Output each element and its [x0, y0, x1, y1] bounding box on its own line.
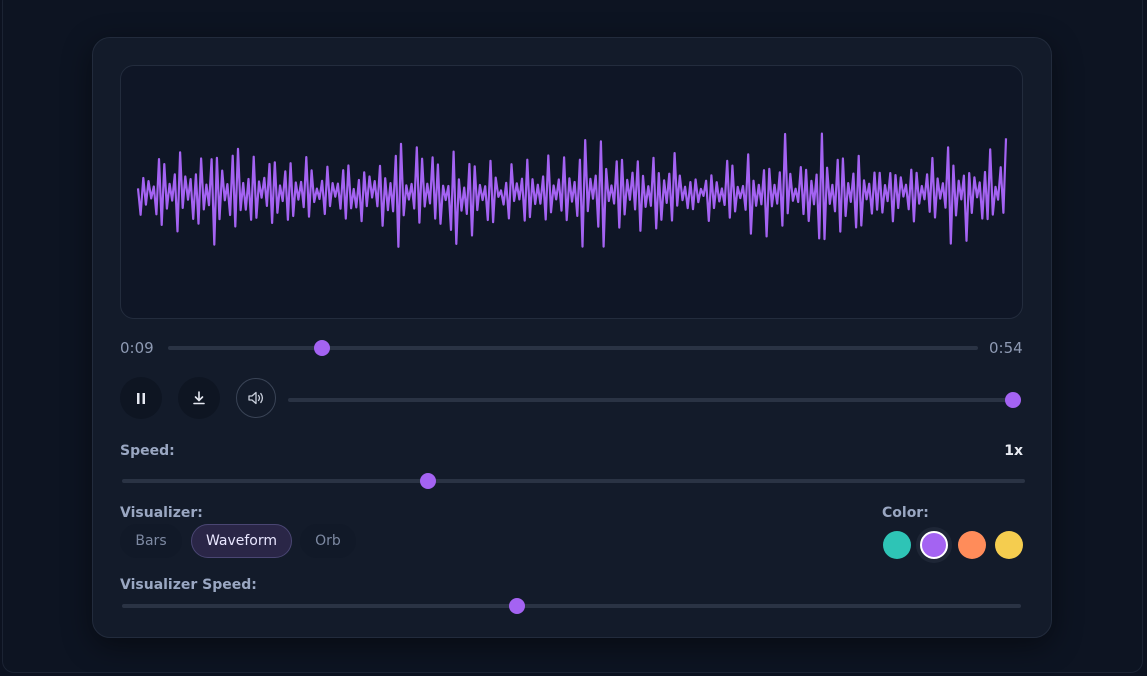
visualizer-speed-label: Visualizer Speed: — [120, 577, 257, 593]
color-swatch-purple[interactable] — [920, 531, 948, 559]
speed-value: 1x — [1004, 443, 1023, 459]
current-time: 0:09 — [120, 339, 154, 357]
progress-slider[interactable] — [168, 340, 978, 356]
visualizer-speed-thumb[interactable] — [509, 598, 526, 614]
progress-thumb[interactable] — [313, 340, 330, 356]
visualizer-option-bars[interactable]: Bars — [120, 524, 182, 558]
download-icon — [193, 391, 205, 405]
visualizer-speed-slider[interactable] — [122, 598, 1021, 614]
pause-icon — [137, 393, 145, 404]
waveform-line — [136, 132, 1008, 248]
audio-player-card: 0:09 0:54 Speed: 1x Visualizer: Bars Wav… — [92, 37, 1052, 638]
color-swatch-teal[interactable] — [883, 531, 911, 559]
color-swatch-orange[interactable] — [958, 531, 986, 559]
speaker-icon — [248, 391, 264, 405]
pause-button[interactable] — [120, 377, 162, 419]
visualizer-option-orb[interactable]: Orb — [300, 524, 356, 558]
volume-button[interactable] — [236, 378, 276, 418]
visualizer-label: Visualizer: — [120, 505, 203, 521]
download-button[interactable] — [178, 377, 220, 419]
total-time: 0:54 — [989, 339, 1023, 357]
speed-label: Speed: — [120, 443, 175, 459]
volume-slider[interactable] — [288, 392, 1021, 408]
color-swatch-yellow[interactable] — [995, 531, 1023, 559]
waveform-canvas — [136, 132, 1008, 248]
waveform-visualizer — [120, 65, 1023, 319]
speed-thumb[interactable] — [419, 473, 436, 489]
color-label: Color: — [882, 505, 929, 521]
speed-slider[interactable] — [122, 473, 1025, 489]
visualizer-option-waveform[interactable]: Waveform — [191, 524, 292, 558]
volume-thumb[interactable] — [1005, 392, 1021, 408]
